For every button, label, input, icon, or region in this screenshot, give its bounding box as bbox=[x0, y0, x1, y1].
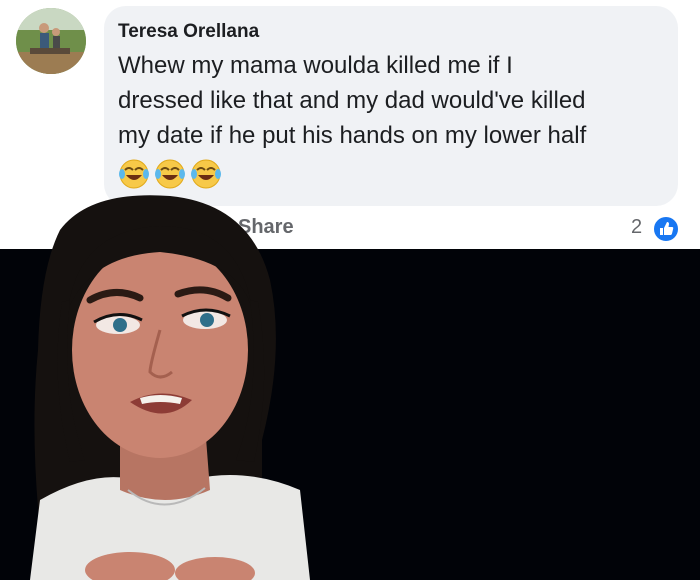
comment-text-line-3: my date if he put his hands on my lower … bbox=[118, 122, 587, 149]
avatar-photo-icon bbox=[16, 8, 86, 74]
laughing-tears-emoji-icon bbox=[119, 159, 149, 189]
comment-text-line-2: dressed like that and my dad would've ki… bbox=[118, 87, 586, 114]
comment-author-name[interactable]: Teresa Orellana bbox=[118, 21, 259, 43]
comment-emoji-row bbox=[118, 156, 228, 192]
video-frame-person bbox=[0, 190, 310, 580]
laughing-tears-emoji-icon bbox=[191, 159, 221, 189]
reaction-count[interactable]: 2 bbox=[631, 216, 642, 239]
commenter-avatar[interactable] bbox=[16, 8, 86, 74]
screenshot: Teresa Orellana Whew my mama woulda kill… bbox=[0, 0, 700, 580]
comment-text-line-1: Whew my mama woulda killed me if I bbox=[118, 52, 513, 79]
like-icon[interactable] bbox=[652, 215, 680, 243]
laughing-tears-emoji-icon bbox=[155, 159, 185, 189]
video-person-illustration bbox=[30, 195, 310, 580]
